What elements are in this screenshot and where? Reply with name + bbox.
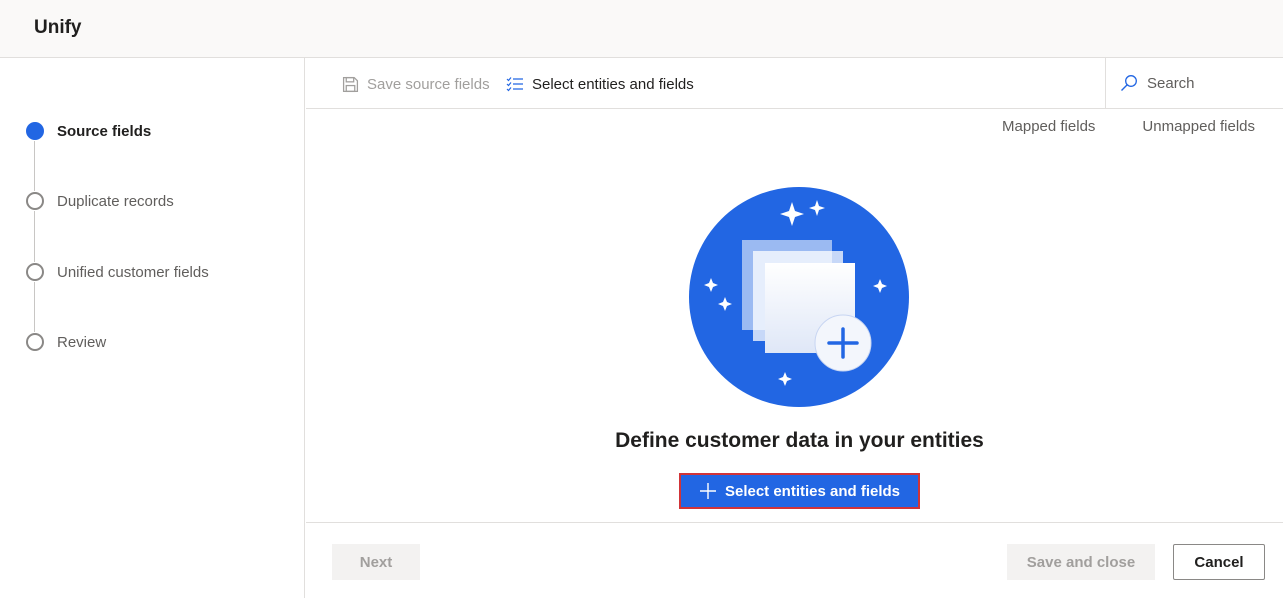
step-indicator-active [26,122,44,140]
page-title: Unify [34,17,82,38]
select-entities-toolbar-button[interactable]: Select entities and fields [506,72,694,96]
step-label: Review [57,333,107,351]
cancel-button[interactable]: Cancel [1173,544,1265,580]
save-and-close-button[interactable]: Save and close [1007,544,1155,580]
checklist-icon [506,77,523,92]
field-tabs: Mapped fields Unmapped fields [955,118,1255,135]
save-source-fields-button[interactable]: Save source fields [342,72,490,96]
step-connector [34,141,35,191]
step-indicator [26,263,44,281]
save-source-fields-label: Save source fields [367,75,490,93]
step-review[interactable]: Review [26,330,106,354]
plus-icon [699,483,716,499]
step-duplicate-records[interactable]: Duplicate records [26,189,174,213]
save-icon [342,76,359,92]
search-icon [1121,75,1137,91]
select-entities-toolbar-label: Select entities and fields [532,75,694,93]
search-box[interactable] [1105,58,1283,108]
step-label: Duplicate records [57,192,174,210]
empty-state-title: Define customer data in your entities [615,429,984,452]
app-header: Unify [0,0,1283,58]
step-connector [34,282,35,332]
search-input[interactable] [1147,74,1267,92]
select-entities-button[interactable]: Select entities and fields [679,473,920,509]
step-label: Unified customer fields [57,263,209,281]
footer-bar: Next Save and close Cancel [306,522,1283,598]
select-entities-button-label: Select entities and fields [724,482,901,500]
step-label: Source fields [57,122,152,140]
step-connector [34,211,35,262]
command-bar: Save source fields Select entities and f… [306,58,1283,109]
entities-illustration [689,187,909,407]
step-source-fields[interactable]: Source fields [26,119,151,143]
tab-unmapped-fields[interactable]: Unmapped fields [1142,118,1255,135]
step-indicator [26,333,44,351]
next-button[interactable]: Next [332,544,420,580]
stepper-pane: Source fields Duplicate records Unified … [0,58,305,598]
step-unified-customer-fields[interactable]: Unified customer fields [26,260,209,284]
tab-mapped-fields[interactable]: Mapped fields [1002,118,1095,135]
step-indicator [26,192,44,210]
